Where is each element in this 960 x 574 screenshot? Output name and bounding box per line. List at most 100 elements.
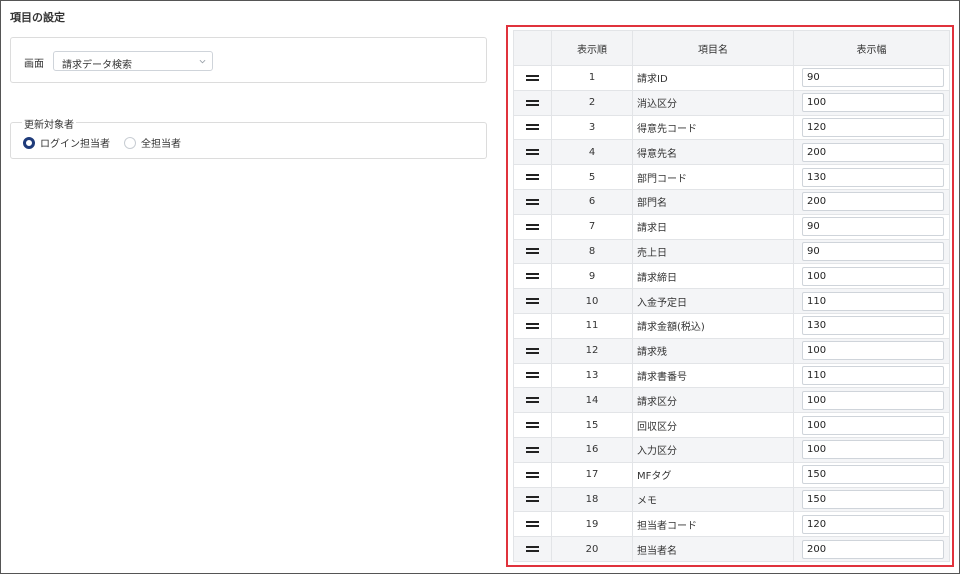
drag-handle[interactable] [514,413,552,437]
row-width-cell [794,413,949,437]
drag-handle-icon[interactable] [526,248,539,255]
width-input[interactable] [802,390,944,410]
width-input[interactable] [802,440,944,460]
row-order: 2 [552,90,633,115]
drag-handle-icon[interactable] [526,273,539,280]
drag-handle-icon[interactable] [526,124,539,131]
table-row: 17 MFタグ [513,462,950,488]
drag-handle-icon[interactable] [526,347,539,354]
drag-handle[interactable] [514,66,552,90]
radio-all-users-label[interactable]: 全担当者 [141,135,181,150]
row-name: 入金予定日 [633,289,794,313]
drag-handle[interactable] [514,537,552,561]
drag-handle-icon[interactable] [526,546,539,553]
width-input[interactable] [802,465,944,485]
row-name: 請求残 [633,338,794,363]
drag-handle[interactable] [514,214,552,239]
width-input[interactable] [802,415,944,435]
drag-handle[interactable] [514,189,552,214]
row-order: 13 [552,363,633,388]
row-order: 1 [552,66,633,90]
row-width-cell [794,116,949,140]
row-order: 14 [552,388,633,413]
drag-handle[interactable] [514,462,552,487]
drag-handle[interactable] [514,115,552,140]
row-order: 15 [552,413,633,437]
width-input[interactable] [802,241,944,261]
drag-handle[interactable] [514,437,552,462]
width-input[interactable] [802,316,944,336]
width-input[interactable] [802,489,944,509]
drag-handle[interactable] [514,239,552,264]
radio-login-user[interactable] [23,136,35,149]
drag-handle-icon[interactable] [526,298,539,305]
header-drag [514,31,552,65]
row-name: 部門名 [633,189,794,214]
screen-select[interactable]: 請求データ検索 [53,51,213,71]
row-width-cell [794,512,949,536]
row-name: 消込区分 [633,90,794,115]
width-input[interactable] [802,167,944,187]
width-input[interactable] [802,365,944,385]
width-input[interactable] [802,291,944,311]
drag-handle[interactable] [514,388,552,413]
row-width-cell [794,215,949,239]
row-width-cell [794,339,949,363]
drag-handle-icon[interactable] [526,223,539,230]
row-order: 17 [552,462,633,487]
drag-handle[interactable] [514,140,552,165]
drag-handle-icon[interactable] [526,174,539,181]
width-input[interactable] [802,192,944,212]
table-row: 6 部門名 [513,189,950,215]
drag-handle-icon[interactable] [526,422,539,429]
row-width-cell [794,488,949,512]
drag-handle[interactable] [514,289,552,313]
header-width: 表示幅 [856,44,887,56]
drag-handle[interactable] [514,363,552,388]
row-order: 4 [552,140,633,165]
width-input[interactable] [802,217,944,237]
drag-handle-icon[interactable] [526,322,539,329]
drag-handle[interactable] [514,512,552,537]
drag-handle[interactable] [514,487,552,512]
drag-handle-icon[interactable] [526,496,539,503]
table-row: 8 売上日 [513,239,950,265]
header-name: 項目名 [633,31,794,65]
drag-handle-icon[interactable] [526,99,539,106]
row-order: 10 [552,289,633,313]
header-order: 表示順 [552,31,633,65]
drag-handle-icon[interactable] [526,446,539,453]
screen-select-value: 請求データ検索 [62,60,132,71]
drag-handle-icon[interactable] [526,198,539,205]
row-name: 得意先名 [633,140,794,165]
drag-handle[interactable] [514,90,552,115]
table-row: 7 請求日 [513,214,950,240]
drag-handle[interactable] [514,165,552,189]
drag-handle[interactable] [514,313,552,338]
drag-handle-icon[interactable] [526,74,539,81]
drag-handle-icon[interactable] [526,397,539,404]
width-input[interactable] [802,514,944,534]
width-input[interactable] [802,142,944,162]
drag-handle-icon[interactable] [526,521,539,528]
width-input[interactable] [802,93,944,113]
radio-login-user-label[interactable]: ログイン担当者 [40,135,110,150]
drag-handle-icon[interactable] [526,372,539,379]
width-input[interactable] [802,266,944,286]
row-order: 20 [552,537,633,561]
row-order: 19 [552,512,633,537]
window-frame: 項目の設定 画面 請求データ検索 更新対象者 ログイン担当者 全担当者 表示順 … [0,0,960,574]
table-row: 11 請求金額(税込) [513,313,950,339]
width-input[interactable] [802,117,944,137]
drag-handle[interactable] [514,264,552,289]
drag-handle-icon[interactable] [526,471,539,478]
row-name: 請求ID [633,66,794,90]
table-header: 表示順 項目名 表示幅 [513,30,950,66]
drag-handle-icon[interactable] [526,149,539,156]
width-input[interactable] [802,68,944,88]
drag-handle[interactable] [514,338,552,363]
width-input[interactable] [802,341,944,361]
row-order: 6 [552,189,633,214]
width-input[interactable] [802,539,944,559]
radio-all-users[interactable] [124,136,136,149]
